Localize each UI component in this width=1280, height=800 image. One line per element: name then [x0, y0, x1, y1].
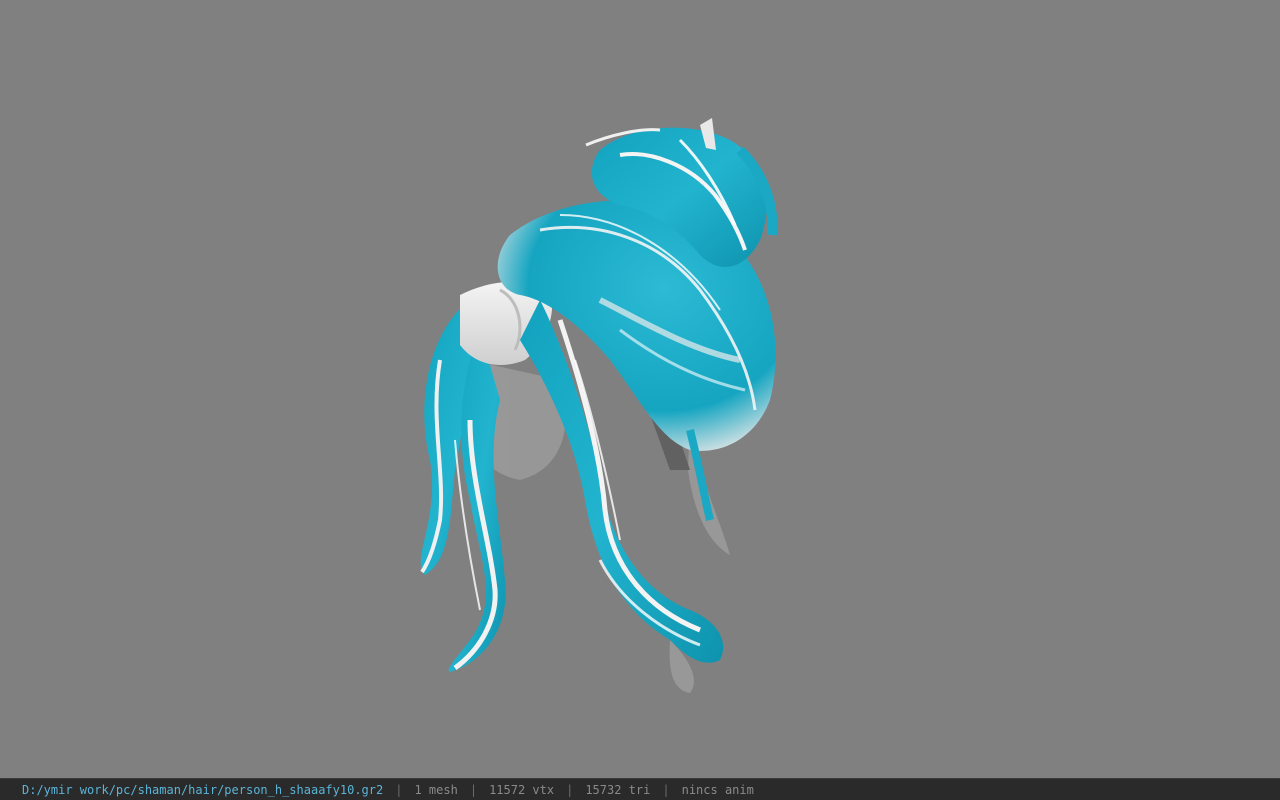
- 3d-viewport[interactable]: [0, 0, 1280, 778]
- separator: |: [566, 782, 574, 797]
- animation-status-label: nincs anim: [681, 782, 754, 797]
- separator: |: [662, 782, 670, 797]
- separator: |: [395, 782, 403, 797]
- hair-model-render[interactable]: [0, 0, 1280, 778]
- status-bar: D:/ymir work/pc/shaman/hair/person_h_sha…: [0, 778, 1280, 800]
- separator: |: [469, 782, 478, 797]
- vertex-count-label: 11572 vtx: [489, 782, 555, 797]
- file-path-label: D:/ymir work/pc/shaman/hair/person_h_sha…: [22, 782, 384, 797]
- triangle-count-label: 15732 tri: [585, 782, 651, 797]
- mesh-count-label: 1 mesh: [414, 782, 458, 797]
